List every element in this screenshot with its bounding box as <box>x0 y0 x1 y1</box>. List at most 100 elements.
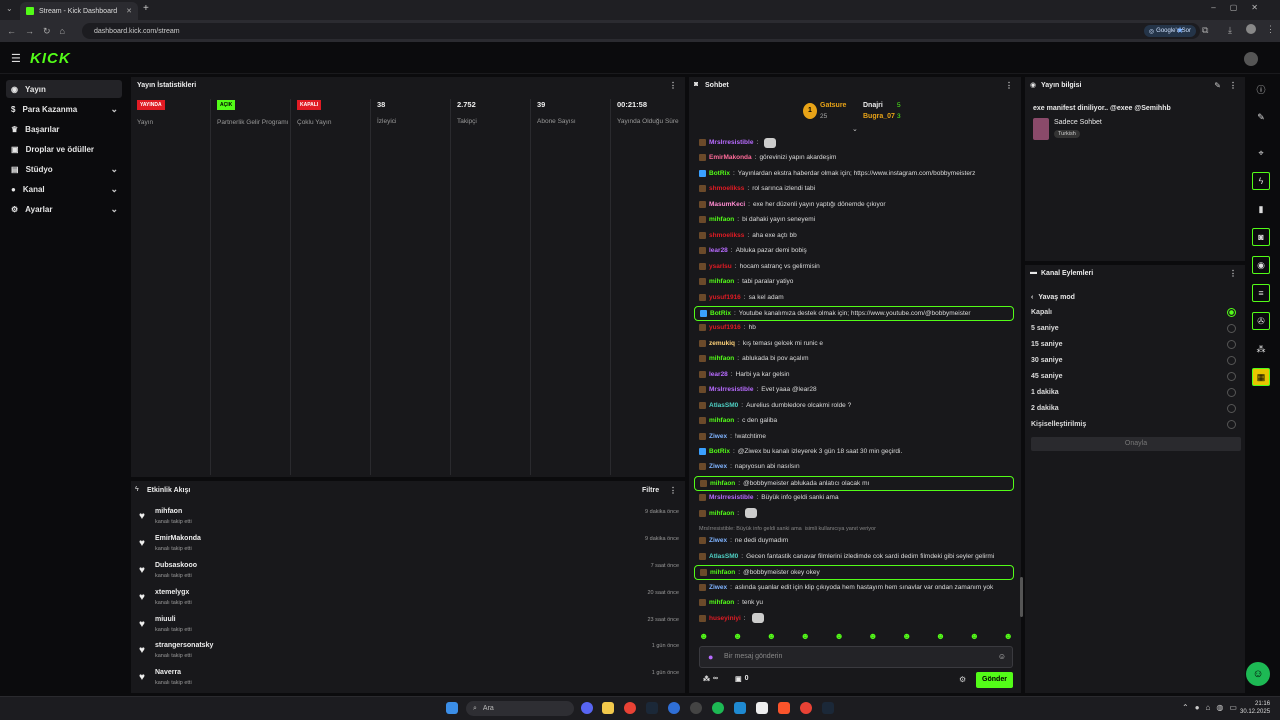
chat-username[interactable]: mihfaon <box>709 510 734 517</box>
sidebar-item-para-kazanma[interactable]: $ Para Kazanma ⌄ <box>6 100 122 118</box>
steam-icon[interactable] <box>646 702 658 714</box>
slow-mode-option[interactable]: 2 dakika <box>1031 405 1059 412</box>
chat-message[interactable]: mihfaon: @bobbymeister ablukada anlatıcı … <box>694 475 1014 491</box>
chat-rail-icon[interactable]: ◙ <box>1252 228 1270 246</box>
slow-mode-option[interactable]: 5 saniye <box>1031 325 1059 332</box>
chat-username[interactable]: Ziwex <box>709 433 727 440</box>
chat-username[interactable]: BotRix <box>710 310 731 317</box>
slow-mode-option[interactable]: 15 saniye <box>1031 341 1063 348</box>
chrome-icon[interactable] <box>624 702 636 714</box>
chat-message[interactable]: BotRix: @Ziwex bu kanalı izleyerek 3 gün … <box>699 445 902 458</box>
nodes-rail-icon[interactable]: ⁂ <box>1252 340 1270 358</box>
slow-mode-radio[interactable] <box>1227 356 1236 365</box>
follower-name[interactable]: EmirMakonda <box>155 535 201 542</box>
chat-message[interactable]: mihfaon: tenk yu <box>699 596 763 609</box>
chat-message[interactable]: ysarIsu: hocam satranç vs gelirmisin <box>699 260 820 273</box>
slow-mode-radio[interactable] <box>1227 340 1236 349</box>
profile-avatar[interactable] <box>1246 24 1256 34</box>
chat-username[interactable]: shmoelikss <box>709 232 744 239</box>
broadcast-rail-icon[interactable]: ◉ <box>1252 256 1270 274</box>
chat-username[interactable]: mihfaon <box>709 278 734 285</box>
language-tag[interactable]: Turkish <box>1054 130 1080 138</box>
edit-rail-icon[interactable]: ✎ <box>1252 108 1270 126</box>
home-icon[interactable]: ⌂ <box>60 26 65 36</box>
slow-mode-radio[interactable] <box>1227 324 1236 333</box>
chat-message[interactable]: MrsIrresistible: Evet yaaa @lear28 <box>699 383 817 396</box>
slow-mode-radio[interactable] <box>1227 404 1236 413</box>
filter-button[interactable]: Filtre <box>642 487 659 494</box>
sidebar-item-yayin[interactable]: ◉ Yayın <box>6 80 122 98</box>
tray-icons[interactable]: ⌃●⌂◍▭ <box>1182 703 1243 712</box>
info-rail-icon[interactable]: ⓘ <box>1252 80 1270 98</box>
chat-username[interactable]: lear28 <box>709 371 728 378</box>
emote-icon[interactable]: ☻ <box>970 631 979 643</box>
activity-menu-icon[interactable]: ⋮ <box>669 486 677 495</box>
sidebar-item-basarilar[interactable]: ♛ Başarılar <box>6 120 122 138</box>
chat-username[interactable]: shmoelikss <box>709 185 744 192</box>
follower-name[interactable]: Naverra <box>155 669 181 676</box>
follower-name[interactable]: Dubsaskooo <box>155 562 197 569</box>
url-field[interactable]: dashboard.kick.com/stream ◎ Google'a Sor <box>82 23 1200 39</box>
chat-message[interactable]: mihfaon: bi dahaki yayın seneyemi <box>699 213 815 226</box>
chat-message[interactable]: Ziwex: napıyosun abi nasılsın <box>699 460 800 473</box>
slow-mode-radio[interactable] <box>1227 372 1236 381</box>
chat-message[interactable]: lear28: Harbi ya kar gelsin <box>699 368 789 381</box>
clock[interactable]: 21:16 30.12.2025 <box>1240 700 1270 716</box>
document-rail-icon[interactable]: ▮ <box>1252 200 1270 218</box>
chat-message[interactable]: EmirMakonda: görevinizi yapın akardeşim <box>699 151 836 164</box>
windows-start-icon[interactable] <box>446 702 458 714</box>
chat-message[interactable]: mihfaon: <box>699 507 758 520</box>
send-button[interactable]: Gönder <box>976 672 1013 688</box>
brave-icon[interactable] <box>778 702 790 714</box>
chat-username[interactable]: MasumKeci <box>709 201 745 208</box>
steam-icon[interactable] <box>822 702 834 714</box>
chat-username[interactable]: ysarIsu <box>709 263 732 270</box>
reload-icon[interactable]: ↻ <box>43 26 51 37</box>
expand-chevron-icon[interactable]: ⌄ <box>852 125 858 133</box>
chat-message[interactable]: BotRix: Yayınlardan ekstra haberdar olmak… <box>699 167 975 180</box>
chat-username[interactable]: Ziwex <box>709 463 727 470</box>
confirm-button[interactable]: Onayla <box>1031 437 1241 451</box>
list-rail-icon[interactable]: ≡ <box>1252 284 1270 302</box>
microphone-icon[interactable]: ● <box>708 652 713 662</box>
chat-message[interactable]: mihfaon: c den galiba <box>699 414 777 427</box>
chat-username[interactable]: MrsIrresistible <box>709 494 753 501</box>
chat-message[interactable]: BotRix: Youtube kanalımıza destek olmak i… <box>694 305 1014 321</box>
google-ask-button[interactable]: ◎ Google'a Sor <box>1143 25 1196 37</box>
follower-name[interactable]: miuuli <box>155 616 176 623</box>
sidebar-item-kanal[interactable]: ● Kanal ⌄ <box>6 180 122 198</box>
back-icon[interactable]: ← <box>7 26 16 36</box>
chat-message[interactable]: shmoelikss: rol sarınca izlendi tabi <box>699 182 815 195</box>
target-rail-icon[interactable]: ⌖ <box>1252 144 1270 162</box>
spotify-icon[interactable] <box>712 702 724 714</box>
chat-username[interactable]: mihfaon <box>709 599 734 606</box>
category-name[interactable]: Sadece Sohbet <box>1054 119 1102 126</box>
chat-username[interactable]: BotRix <box>709 448 730 455</box>
sidebar-item-droplar[interactable]: ▣ Droplar ve ödüller <box>6 140 122 158</box>
chat-scrollbar[interactable] <box>1020 577 1023 617</box>
chat-message[interactable]: AtlasSM0: Aurelius dumbledore olcakmi rol… <box>699 399 851 412</box>
channel-actions-menu-icon[interactable]: ⋮ <box>1229 269 1237 278</box>
chat-username[interactable]: mihfaon <box>710 480 735 487</box>
chat-username[interactable]: MrsIrresistible <box>709 139 753 146</box>
chat-username[interactable]: lear28 <box>709 247 728 254</box>
slow-mode-option[interactable]: 45 saniye <box>1031 373 1063 380</box>
chat-message[interactable]: MrsIrresistible: <box>699 136 777 149</box>
hamburger-menu-icon[interactable]: ☰ <box>11 52 21 65</box>
stats-menu-icon[interactable]: ⋮ <box>669 81 677 90</box>
emoji-icon[interactable]: ☺ <box>998 652 1006 661</box>
chat-username[interactable]: Ziwex <box>709 537 727 544</box>
slow-mode-option[interactable]: Kişiselleştirilmiş <box>1031 421 1086 428</box>
category-thumbnail[interactable] <box>1033 118 1049 140</box>
user-avatar[interactable] <box>1244 52 1258 66</box>
chat-username[interactable]: yusuf1916 <box>709 294 741 301</box>
slow-mode-radio[interactable] <box>1227 388 1236 397</box>
chat-username[interactable]: BotRix <box>709 170 730 177</box>
extensions-icon[interactable]: ⧉ <box>1202 25 1208 36</box>
points-counter[interactable]: ⁂ ∞ <box>703 675 718 683</box>
chat-username[interactable]: AtlasSM0 <box>709 553 738 560</box>
chrome-icon[interactable] <box>800 702 812 714</box>
tab-menu-icon[interactable]: ⌄ <box>6 4 13 13</box>
sidebar-item-studyo[interactable]: ▤ Stüdyo ⌄ <box>6 160 122 178</box>
emote-icon[interactable]: ☻ <box>767 631 776 643</box>
